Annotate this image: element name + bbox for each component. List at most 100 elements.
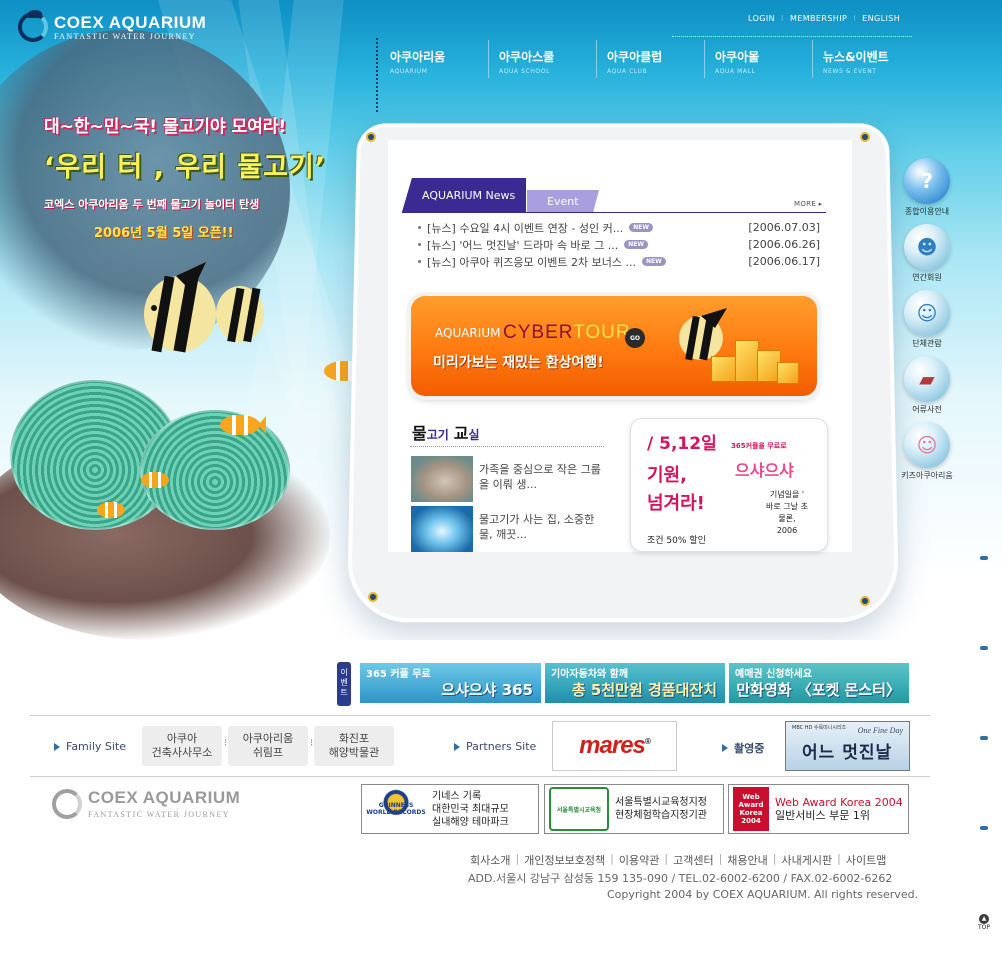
nav-item-aquarium[interactable]: 아쿠아리움 AQUARIUM [380, 40, 488, 78]
cert-guinness[interactable]: GUINNESS WORLD RECORDS 기네스 기록 대한민국 최대규모 … [361, 784, 539, 834]
english-link[interactable]: ENGLISH [862, 14, 900, 23]
banner-title: 총 5천만원 경품대잔치 [571, 681, 717, 699]
footer-link-terms[interactable]: 이용약관 [619, 852, 659, 868]
footer-link-sitemap[interactable]: 사이트맵 [846, 852, 886, 868]
cert-seoul-education[interactable]: 서울특별시교육청 서울특별시교육청지정 현장체험학습지정기관 [544, 784, 724, 834]
nav-item-aqua-club[interactable]: 아쿠아클럽 AQUA CLUB [596, 40, 704, 78]
separator: | [718, 852, 723, 865]
nav-label: 아쿠아스쿨 [499, 50, 555, 64]
utility-links: LOGIN ⁝ MEMBERSHIP ⁝ ENGLISH [748, 14, 900, 23]
nav-sublabel: AQUA CLUB [607, 68, 648, 75]
nav-label: 아쿠아리움 [390, 50, 446, 64]
side-item-label: 연간회원 [912, 273, 942, 282]
dolphin-logo-icon [18, 10, 48, 42]
footer-link-intranet[interactable]: 사내게시판 [782, 852, 833, 868]
bullet-icon [418, 243, 421, 246]
top-label: TOP [977, 924, 990, 931]
event-details: 기념일을 ' 바로 그날 초 물론, 2006 [766, 490, 808, 535]
bullet-icon [418, 226, 421, 229]
tab-event[interactable]: Event [527, 190, 599, 212]
partner-mares-link[interactable]: mares® [552, 721, 677, 771]
nav-sublabel: AQUA MALL [715, 68, 756, 75]
footer-link-careers[interactable]: 채용안내 [727, 852, 767, 868]
site-logo[interactable]: COEX AQUARIUM FANTASTIC WATER JOURNEY [18, 10, 206, 42]
side-item-group[interactable]: ☺ 단체관람 [896, 290, 958, 356]
side-item-dictionary[interactable]: ▰ 어류사전 [896, 356, 958, 422]
login-link[interactable]: LOGIN [748, 14, 775, 23]
top-button[interactable]: ▲ TOP [974, 914, 994, 931]
water-drop-thumbnail [411, 506, 473, 552]
partners-site-label: Partners Site [454, 740, 536, 753]
dolphin-logo-icon [52, 788, 82, 819]
nav-item-aqua-mall[interactable]: 아쿠아몰 AQUA MALL [704, 40, 812, 78]
footer-links: 회사소개 | 개인정보보호정책 | 이용약관 | 고객센터 | 채용안내 | 사내게시판 |… [470, 852, 886, 868]
banner-title: 만화영화 〈포켓 몬스터〉 [736, 681, 901, 699]
cert-text: 기네스 기록 대한민국 최대규모 실내해양 테마파크 [432, 790, 509, 828]
nav-label: 아쿠아몰 [715, 50, 760, 64]
arrow-up-icon: ▲ [979, 914, 989, 924]
news-title[interactable]: [뉴스] '어느 멋진날' 드라마 속 바로 그 ... [427, 237, 618, 253]
nav-sublabel: AQUA SCHOOL [499, 68, 551, 75]
footer-link-support[interactable]: 고객센터 [673, 852, 713, 868]
footer-link-company[interactable]: 회사소개 [470, 852, 510, 868]
classroom-item[interactable]: 가족을 중심으로 작은 그룹을 이뤄 생... [411, 456, 607, 502]
title-char: 교 [453, 424, 469, 443]
news-more-link[interactable]: MORE ▸ [794, 200, 822, 208]
event-date: / 5,12일 [647, 434, 717, 454]
side-item-guide[interactable]: ? 종합이용안내 [896, 158, 958, 224]
main-navigation: 아쿠아리움 AQUARIUM 아쿠아스쿨 AQUA SCHOOL 아쿠아클럽 A… [380, 40, 920, 78]
divider [30, 776, 930, 777]
fish-classroom-title: 물고기 교실 [412, 420, 479, 444]
footer-logo-subtitle: FANTASTIC WATER JOURNEY [88, 810, 230, 819]
separator: ⁝ [310, 738, 314, 749]
promo-headline: 대~한~민~국! 물고기야 모여라! [44, 117, 287, 137]
divider [376, 38, 378, 112]
go-icon: GO [625, 328, 645, 348]
family-site-link[interactable]: 아쿠아 건축사사무소 [142, 726, 222, 766]
news-item: [뉴스] 수요일 4시 이벤트 연장 - 성인 커... NEW [2006.0… [418, 219, 820, 236]
footer-address: ADD.서울시 강남구 삼성동 159 135-090 / TEL.02-600… [468, 872, 893, 885]
event-card[interactable]: / 5,12일 365커플을 무료로 으샤으샤 기원, 넘겨라! 기념일을 ' … [630, 418, 828, 552]
logo-subtitle: FANTASTIC WATER JOURNEY [54, 31, 196, 41]
separator: | [515, 852, 520, 865]
membership-link[interactable]: MEMBERSHIP [790, 14, 847, 23]
separator: ⁝ [853, 14, 857, 23]
family-site-link[interactable]: 화진포 해양박물관 [314, 726, 394, 766]
triangle-right-icon [54, 742, 60, 751]
separator: | [772, 852, 777, 865]
side-item-member[interactable]: ☻ 연간회원 [896, 224, 958, 290]
family-site-label: Family Site [54, 740, 126, 753]
event-line: 기원, [647, 465, 687, 486]
kid-icon: ☺ [904, 422, 950, 468]
event-banner-365[interactable]: 365 커플 무료 으샤으샤 365 [360, 663, 541, 703]
divider [410, 446, 604, 447]
city-blocks-image [707, 322, 803, 388]
triangle-right-icon [454, 742, 460, 751]
footer-link-privacy[interactable]: 개인정보보호정책 [524, 852, 605, 868]
tab-aquarium-news[interactable]: AQUARIUM News [402, 178, 526, 212]
angelfish-image [144, 262, 264, 353]
shooting-text: 촬영중 [734, 742, 765, 755]
drama-banner[interactable]: MBC HD 수목미니시리즈 One Fine Day 어느 멋진날 [785, 721, 910, 771]
cert-web-award[interactable]: Web Award Korea 2004 Web Award Korea 200… [728, 784, 909, 834]
member-icon: ☻ [904, 224, 950, 270]
event-banner-pokemon[interactable]: 예매권 신청하세요 만화영화 〈포켓 몬스터〉 [729, 663, 909, 703]
news-list: [뉴스] 수요일 4시 이벤트 연장 - 성인 커... NEW [2006.0… [418, 219, 820, 270]
classroom-item-text: 물고기가 사는 집, 소중한 물, 깨끗... [479, 513, 595, 541]
cyber-tour-banner[interactable]: AQUARIUM CYBERTOUR GO 미리가보는 재밌는 환상여행! [411, 296, 817, 396]
nav-item-aqua-school[interactable]: 아쿠아스쿨 AQUA SCHOOL [488, 40, 596, 78]
separator: ⁝ [781, 14, 784, 23]
family-site-link[interactable]: 아쿠아리움 쉬림프 [228, 726, 308, 766]
news-title[interactable]: [뉴스] 수요일 4시 이벤트 연장 - 성인 커... [427, 220, 623, 236]
classroom-item[interactable]: 물고기가 사는 집, 소중한 물, 깨끗... [411, 506, 607, 552]
award-title: Web Award Korea 2004 [775, 796, 903, 809]
event-banner-kia[interactable]: 기아자동차와 함께 총 5천만원 경품대잔치 [545, 663, 725, 703]
side-item-kids[interactable]: ☺ 키즈아쿠아리움 [896, 422, 958, 488]
shooting-label: 촬영중 [722, 740, 764, 756]
title-char: 실 [468, 428, 480, 442]
banner-title: 으샤으샤 365 [441, 681, 533, 699]
side-item-label: 종합이용안내 [904, 207, 950, 216]
nav-item-news-event[interactable]: 뉴스&이벤트 NEWS & EVENT [812, 40, 920, 78]
grommet-icon [860, 596, 870, 606]
news-title[interactable]: [뉴스] 아쿠아 퀴즈응모 이벤트 2차 보너스 ... [427, 254, 636, 270]
